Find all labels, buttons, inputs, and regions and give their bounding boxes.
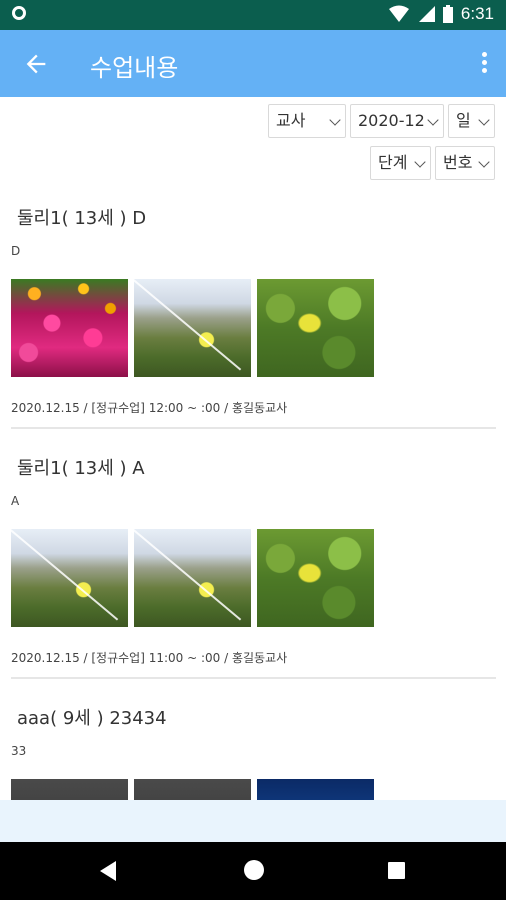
- arrow-left-icon[interactable]: [22, 50, 50, 78]
- status-time: 6:31: [460, 4, 494, 23]
- lesson-title: 둘리1( 13세 ) A: [17, 458, 145, 479]
- status-bar: 6:31: [0, 0, 506, 30]
- chevron-down-icon: [329, 114, 341, 126]
- wifi-icon: [388, 5, 409, 22]
- status-icons: 6:31: [388, 4, 494, 24]
- lesson-title: aaa( 9세 ) 23434: [17, 708, 167, 729]
- day-select-value: 일: [456, 111, 471, 130]
- photo-thumbnail[interactable]: [257, 529, 374, 627]
- photo-thumbnail[interactable]: [11, 529, 128, 627]
- month-select[interactable]: 2020-12: [350, 104, 444, 138]
- photo-thumbnail[interactable]: [11, 279, 128, 377]
- signal-icon: [418, 6, 435, 22]
- lesson-meta: 2020.12.15 / [정규수업] 12:00 ~ :00 / 홍길동교사: [11, 401, 288, 415]
- level-select[interactable]: 단계: [370, 146, 431, 180]
- app-bar: 수업내용: [0, 30, 506, 97]
- lesson-description: A: [11, 494, 20, 508]
- divider: [11, 677, 496, 679]
- nav-back-icon[interactable]: [100, 861, 116, 881]
- chevron-down-icon: [414, 156, 426, 168]
- number-select[interactable]: 번호: [435, 146, 495, 180]
- photo-thumbnail[interactable]: [257, 279, 374, 377]
- number-select-value: 번호: [443, 153, 473, 172]
- photo-strip: [11, 279, 374, 377]
- bottom-panel: [0, 800, 506, 842]
- more-vertical-icon[interactable]: [478, 50, 490, 78]
- photo-thumbnail[interactable]: [134, 529, 251, 627]
- teacher-select-value: 교사: [276, 111, 306, 130]
- lesson-title: 둘리1( 13세 ) D: [17, 208, 147, 229]
- level-select-value: 단계: [378, 153, 408, 172]
- nav-recents-icon[interactable]: [388, 862, 405, 879]
- lesson-meta: 2020.12.15 / [정규수업] 11:00 ~ :00 / 홍길동교사: [11, 651, 288, 665]
- page-title: 수업내용: [90, 54, 179, 82]
- notification-icon: [12, 6, 26, 20]
- chevron-down-icon: [478, 114, 490, 126]
- lesson-description: D: [11, 244, 21, 258]
- lesson-description: 33: [11, 744, 27, 758]
- battery-icon: [442, 5, 453, 23]
- teacher-select[interactable]: 교사: [268, 104, 346, 138]
- photo-strip: [11, 529, 374, 627]
- system-nav-bar: [0, 842, 506, 900]
- day-select[interactable]: 일: [448, 104, 495, 138]
- chevron-down-icon: [478, 156, 490, 168]
- month-select-value: 2020-12: [358, 111, 425, 130]
- nav-home-icon[interactable]: [244, 860, 264, 880]
- divider: [11, 427, 496, 429]
- photo-thumbnail[interactable]: [134, 279, 251, 377]
- chevron-down-icon: [427, 114, 439, 126]
